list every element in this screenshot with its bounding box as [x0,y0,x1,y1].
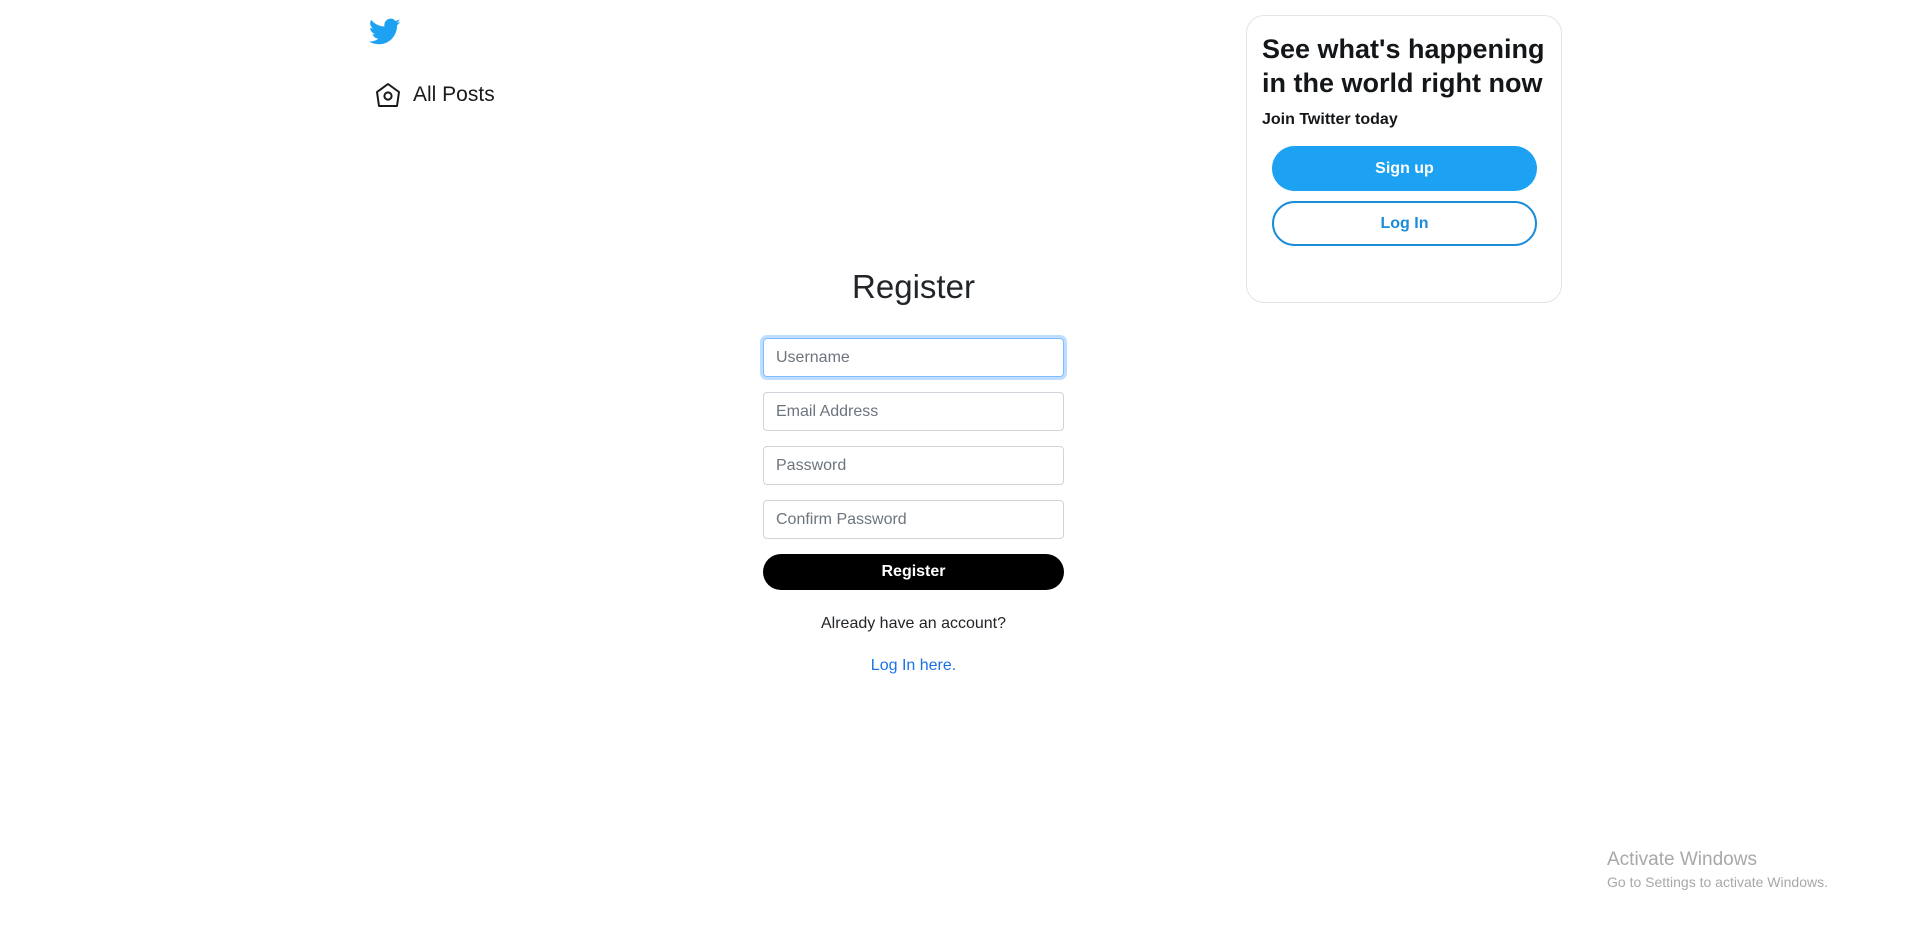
page-title: Register [852,268,975,305]
email-field[interactable] [763,392,1064,431]
username-field[interactable] [763,338,1064,377]
register-form: Register Register Already have an accoun… [763,262,1064,675]
confirm-password-field[interactable] [763,500,1064,539]
already-have-account-text: Already have an account? [820,615,1006,632]
page: All Posts Register Register Already have… [0,0,1919,936]
watermark-title: Activate Windows [1607,849,1757,870]
card-subheading: Join Twitter today [1262,111,1398,128]
sidebar-item-label: All Posts [413,83,495,106]
signup-button[interactable]: Sign up [1272,146,1537,191]
sidebar-item-all-posts[interactable]: All Posts [373,80,495,110]
join-card: See what's happening in the world right … [1246,15,1562,303]
windows-watermark: Activate Windows Go to Settings to activ… [1607,848,1828,892]
register-button[interactable]: Register [763,554,1064,590]
login-button[interactable]: Log In [1272,201,1537,246]
home-icon [373,80,403,110]
card-heading: See what's happening in the world right … [1262,34,1545,98]
watermark-subtitle: Go to Settings to activate Windows. [1607,874,1828,890]
password-field[interactable] [763,446,1064,485]
login-here-link[interactable]: Log In here. [871,657,956,675]
twitter-bird-icon[interactable] [368,18,401,46]
